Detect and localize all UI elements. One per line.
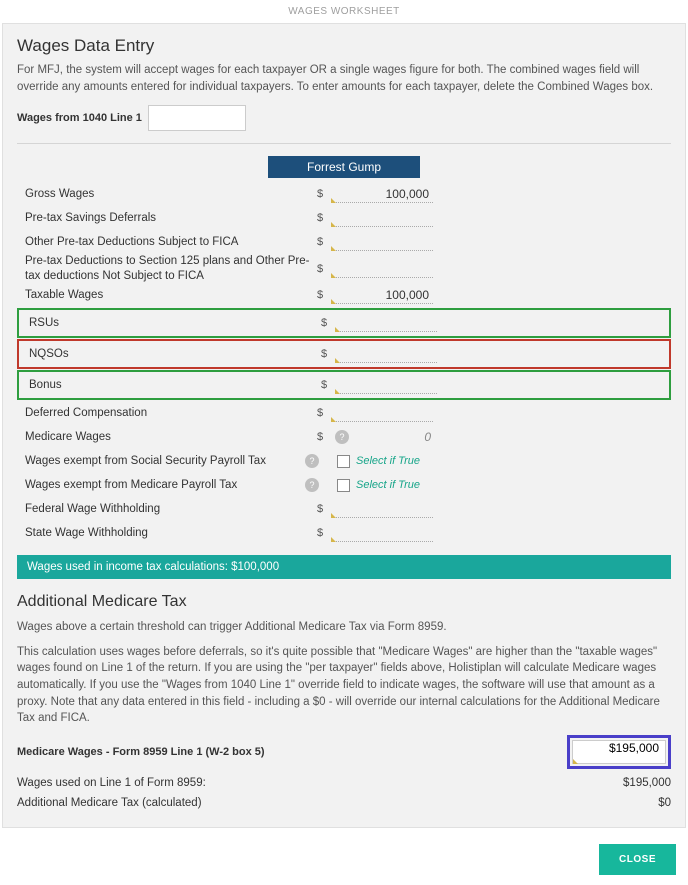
input-federal-withholding[interactable] bbox=[331, 500, 433, 518]
label-taxable-wages: Taxable Wages bbox=[17, 289, 317, 301]
taxpayer-name-bar: Forrest Gump bbox=[17, 156, 671, 178]
label-other-pretax-fica: Other Pre-tax Deductions Subject to FICA bbox=[17, 236, 317, 248]
amt-desc2: This calculation uses wages before defer… bbox=[17, 644, 671, 727]
currency-symbol: $ bbox=[317, 503, 331, 515]
row-nqsos: NQSOs $ bbox=[21, 342, 667, 366]
divider bbox=[17, 143, 671, 144]
input-rsus[interactable] bbox=[335, 314, 437, 332]
value-amt-calc: $0 bbox=[658, 797, 671, 809]
label-federal-withholding: Federal Wage Withholding bbox=[17, 503, 317, 515]
row-exempt-medicare: Wages exempt from Medicare Payroll Tax ?… bbox=[17, 473, 671, 497]
highlight-mw-input: $195,000 bbox=[567, 735, 671, 769]
checkbox-exempt-medicare[interactable] bbox=[337, 479, 350, 492]
currency-symbol: $ bbox=[317, 527, 331, 539]
calc-banner: Wages used in income tax calculations: $… bbox=[17, 555, 671, 579]
wage-rows: Gross Wages $ 100,000 Pre-tax Savings De… bbox=[17, 182, 671, 545]
currency-symbol: $ bbox=[321, 379, 335, 391]
label-deferred-comp: Deferred Compensation bbox=[17, 407, 317, 419]
currency-symbol: $ bbox=[321, 348, 335, 360]
label-exempt-ss: Wages exempt from Social Security Payrol… bbox=[17, 455, 301, 467]
label-pretax-savings: Pre-tax Savings Deferrals bbox=[17, 212, 317, 224]
taxpayer-name: Forrest Gump bbox=[268, 156, 420, 178]
input-nqsos[interactable] bbox=[335, 345, 437, 363]
label-amt-calc: Additional Medicare Tax (calculated) bbox=[17, 797, 202, 809]
highlight-rsus: RSUs $ bbox=[17, 308, 671, 338]
input-other-pretax-fica[interactable] bbox=[331, 233, 433, 251]
input-pretax-125[interactable] bbox=[331, 260, 433, 278]
currency-symbol: $ bbox=[317, 431, 331, 443]
highlight-nqsos: NQSOs $ bbox=[17, 339, 671, 369]
combined-wages-row: Wages from 1040 Line 1 bbox=[17, 105, 671, 131]
row-amt-calc: Additional Medicare Tax (calculated) $0 bbox=[17, 797, 671, 809]
amt-title: Additional Medicare Tax bbox=[17, 593, 671, 611]
row-rsus: RSUs $ bbox=[21, 311, 667, 335]
row-gross-wages: Gross Wages $ 100,000 bbox=[17, 182, 671, 206]
help-icon[interactable]: ? bbox=[305, 454, 319, 468]
currency-symbol: $ bbox=[317, 289, 331, 301]
row-state-withholding: State Wage Withholding $ bbox=[17, 521, 671, 545]
close-button[interactable]: CLOSE bbox=[599, 844, 676, 875]
row-other-pretax-fica: Other Pre-tax Deductions Subject to FICA… bbox=[17, 230, 671, 254]
worksheet-header: WAGES WORKSHEET bbox=[0, 0, 688, 23]
mw-row: Medicare Wages - Form 8959 Line 1 (W-2 b… bbox=[17, 735, 671, 769]
label-pretax-125: Pre-tax Deductions to Section 125 plans … bbox=[17, 254, 317, 283]
label-bonus: Bonus bbox=[21, 379, 321, 391]
currency-symbol: $ bbox=[317, 407, 331, 419]
currency-symbol: $ bbox=[317, 236, 331, 248]
help-icon[interactable]: ? bbox=[335, 430, 349, 444]
currency-symbol: $ bbox=[317, 263, 331, 275]
wages-panel: Wages Data Entry For MFJ, the system wil… bbox=[2, 23, 686, 828]
wages-data-entry-title: Wages Data Entry bbox=[17, 36, 671, 56]
row-federal-withholding: Federal Wage Withholding $ bbox=[17, 497, 671, 521]
input-taxable-wages[interactable]: 100,000 bbox=[331, 286, 433, 304]
combined-wages-label: Wages from 1040 Line 1 bbox=[17, 112, 142, 124]
label-nqsos: NQSOs bbox=[21, 348, 321, 360]
highlight-bonus: Bonus $ bbox=[17, 370, 671, 400]
placeholder-exempt-medicare: Select if True bbox=[356, 479, 420, 491]
label-medicare-wages: Medicare Wages bbox=[17, 431, 317, 443]
combined-wages-input[interactable] bbox=[148, 105, 246, 131]
mw-input[interactable]: $195,000 bbox=[572, 740, 666, 764]
row-deferred-comp: Deferred Compensation $ bbox=[17, 401, 671, 425]
label-used-8959: Wages used on Line 1 of Form 8959: bbox=[17, 777, 206, 789]
footer: CLOSE bbox=[0, 828, 688, 885]
value-medicare-wages: 0 bbox=[424, 430, 431, 444]
checkbox-exempt-ss[interactable] bbox=[337, 455, 350, 468]
currency-symbol: $ bbox=[317, 212, 331, 224]
label-gross-wages: Gross Wages bbox=[17, 188, 317, 200]
help-icon[interactable]: ? bbox=[305, 478, 319, 492]
value-used-8959: $195,000 bbox=[623, 777, 671, 789]
placeholder-exempt-ss: Select if True bbox=[356, 455, 420, 467]
currency-symbol: $ bbox=[317, 188, 331, 200]
input-deferred-comp[interactable] bbox=[331, 404, 433, 422]
row-used-8959: Wages used on Line 1 of Form 8959: $195,… bbox=[17, 777, 671, 789]
amt-desc1: Wages above a certain threshold can trig… bbox=[17, 619, 671, 636]
label-exempt-medicare: Wages exempt from Medicare Payroll Tax bbox=[17, 479, 301, 491]
wages-data-entry-desc: For MFJ, the system will accept wages fo… bbox=[17, 62, 671, 95]
currency-symbol: $ bbox=[321, 317, 335, 329]
input-pretax-savings[interactable] bbox=[331, 209, 433, 227]
input-gross-wages[interactable]: 100,000 bbox=[331, 185, 433, 203]
input-bonus[interactable] bbox=[335, 376, 437, 394]
row-bonus: Bonus $ bbox=[21, 373, 667, 397]
label-rsus: RSUs bbox=[21, 317, 321, 329]
row-exempt-ss: Wages exempt from Social Security Payrol… bbox=[17, 449, 671, 473]
row-pretax-125: Pre-tax Deductions to Section 125 plans … bbox=[17, 254, 671, 283]
input-state-withholding[interactable] bbox=[331, 524, 433, 542]
mw-label: Medicare Wages - Form 8959 Line 1 (W-2 b… bbox=[17, 746, 265, 758]
label-state-withholding: State Wage Withholding bbox=[17, 527, 317, 539]
row-taxable-wages: Taxable Wages $ 100,000 bbox=[17, 283, 671, 307]
row-pretax-savings: Pre-tax Savings Deferrals $ bbox=[17, 206, 671, 230]
row-medicare-wages: Medicare Wages $ ? 0 bbox=[17, 425, 671, 449]
